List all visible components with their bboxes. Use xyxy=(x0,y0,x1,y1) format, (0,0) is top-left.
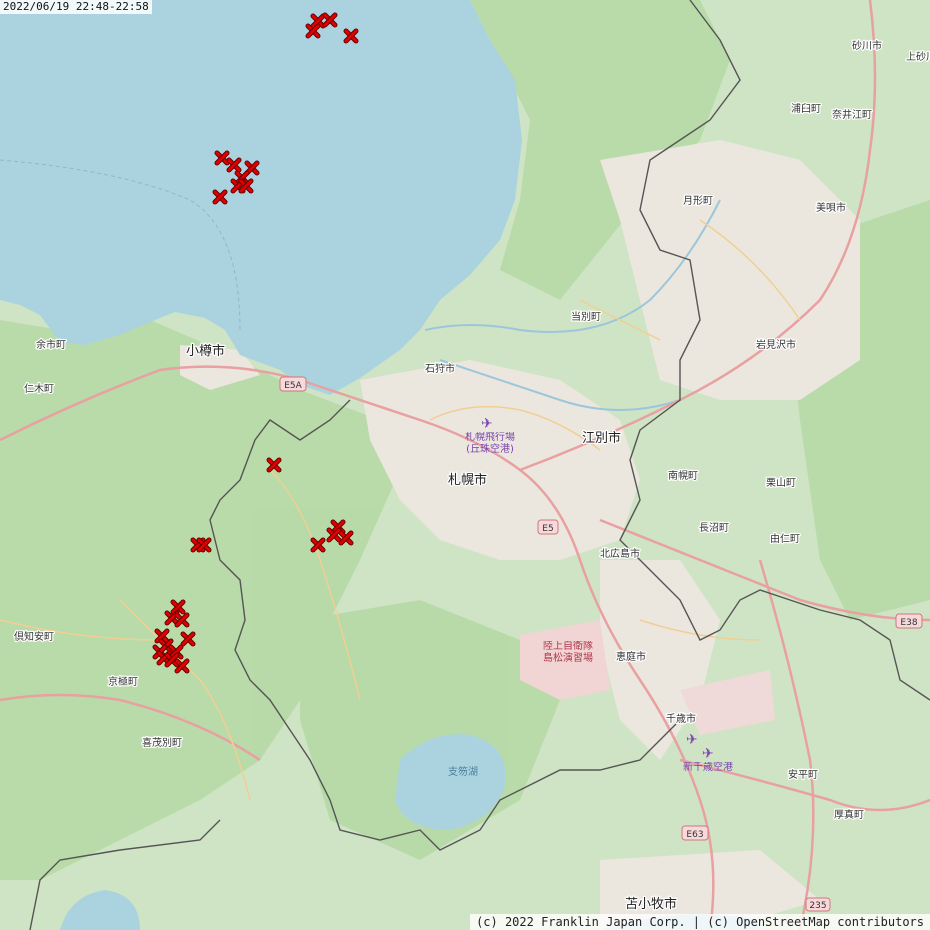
label-bibai: 美唄市 xyxy=(816,201,846,214)
label-kutchan: 倶知安町 xyxy=(14,630,54,643)
label-tomakomai: 苫小牧市 xyxy=(625,896,677,912)
lightning-marker xyxy=(322,12,338,28)
label-kitahiroshima: 北広島市 xyxy=(600,547,640,560)
label-eniwa: 恵庭市 xyxy=(616,650,646,663)
label-okadama-airport: 札幌飛行場(丘珠空港) xyxy=(465,432,515,455)
lightning-marker xyxy=(305,23,321,39)
label-kamisunagawa: 上砂川 xyxy=(906,50,930,63)
label-kuriyama: 栗山町 xyxy=(766,477,796,489)
lightning-marker xyxy=(310,537,326,553)
airport-icon: ✈ xyxy=(702,746,714,762)
airport-icon: ✈ xyxy=(481,416,493,432)
svg-text:E38: E38 xyxy=(900,618,917,628)
lightning-marker xyxy=(343,28,359,44)
svg-text:E5A: E5A xyxy=(284,381,302,391)
airport-icon: ✈ xyxy=(686,732,698,748)
label-ishikari: 石狩市 xyxy=(425,362,455,375)
lightning-marker xyxy=(238,178,254,194)
label-abira: 安平町 xyxy=(788,768,818,781)
label-sapporo: 札幌市 xyxy=(448,472,487,488)
lightning-marker xyxy=(214,150,230,166)
road-shield-235: 235 xyxy=(805,897,831,912)
label-sunagawa: 砂川市 xyxy=(852,39,882,52)
label-nanporo: 南幌町 xyxy=(668,469,698,482)
lightning-marker xyxy=(326,527,342,543)
label-naganuma: 長沼町 xyxy=(699,521,729,534)
label-chitose: 千歳市 xyxy=(666,712,696,725)
lightning-marker xyxy=(226,157,242,173)
road-shield-e5a: E5A xyxy=(279,376,307,392)
label-jgsdf-area: 陸上自衛隊島松演習場 xyxy=(543,641,593,664)
lightning-marker xyxy=(174,658,190,674)
label-atsuma: 厚真町 xyxy=(834,808,864,821)
road-shield-e63: E63 xyxy=(681,825,709,841)
label-otaru: 小樽市 xyxy=(186,343,225,359)
label-niki: 仁木町 xyxy=(24,383,54,395)
label-ebetsu: 江別市 xyxy=(582,430,621,446)
label-iwamizawa: 岩見沢市 xyxy=(756,338,796,351)
svg-text:E63: E63 xyxy=(686,830,703,840)
lightning-marker xyxy=(266,457,282,473)
label-yoichi: 余市町 xyxy=(36,338,66,351)
time-range-label: 2022/06/19 22:48-22:58 xyxy=(0,0,152,14)
label-kimobetsu: 喜茂別町 xyxy=(142,736,182,749)
label-yuni: 由仁町 xyxy=(770,532,800,545)
label-new-chitose-airport: 新千歳空港 xyxy=(683,762,733,773)
svg-text:235: 235 xyxy=(809,901,826,911)
lightning-marker xyxy=(196,537,212,553)
lightning-marker xyxy=(338,530,354,546)
svg-text:E5: E5 xyxy=(542,524,553,534)
lightning-marker xyxy=(212,189,228,205)
map-canvas[interactable]: E5A E5 E38 E63 235 ✈ ✈ ✈ 札幌市 小樽市 石狩市 江別市… xyxy=(0,0,930,930)
label-urausu: 浦臼町 xyxy=(791,102,821,115)
label-kyogoku: 京極町 xyxy=(108,675,138,688)
lightning-marker xyxy=(174,612,190,628)
label-shikotsu-lake: 支笏湖 xyxy=(448,765,478,778)
lightning-marker xyxy=(180,631,196,647)
lightning-marker xyxy=(170,599,186,615)
road-shield-e5: E5 xyxy=(537,519,559,535)
label-tobetsu: 当別町 xyxy=(571,310,601,323)
road-shield-e38: E38 xyxy=(895,613,923,629)
label-tsukigata: 月形町 xyxy=(683,195,713,207)
map-attribution: (c) 2022 Franklin Japan Corp. | (c) Open… xyxy=(470,914,930,930)
label-naie: 奈井江町 xyxy=(832,108,872,121)
